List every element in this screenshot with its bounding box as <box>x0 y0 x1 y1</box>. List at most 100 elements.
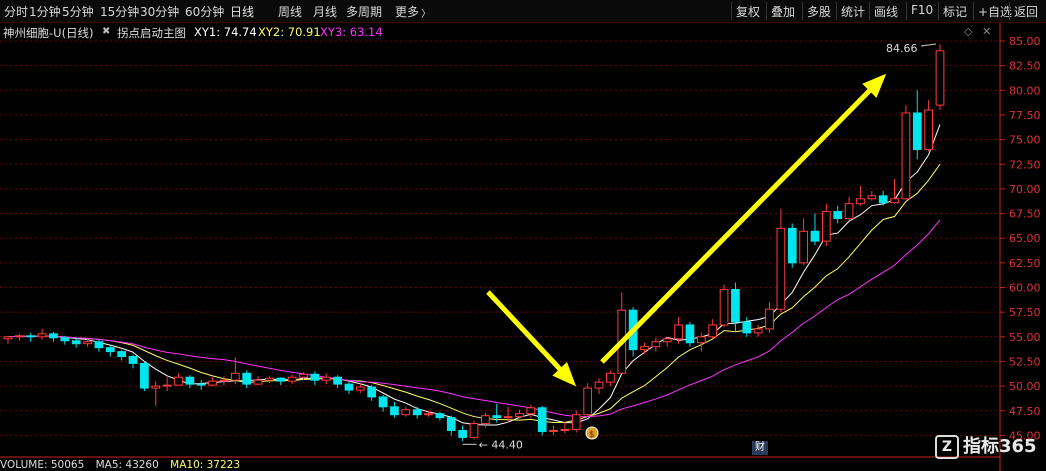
toolbar-separator <box>938 2 939 20</box>
volume-ma5: MA5: 43260 <box>95 459 159 471</box>
candle-body <box>571 414 581 430</box>
candle-body <box>901 112 911 200</box>
high-label: 84.66 <box>886 42 918 55</box>
candle-body <box>549 429 558 432</box>
candle-body <box>140 362 149 389</box>
candle-body <box>833 211 843 219</box>
candle-body <box>219 379 229 382</box>
candle-body <box>537 407 547 432</box>
y-tick-label: 80.00 <box>1009 84 1041 97</box>
indicator-name[interactable]: 拐点启动主图 <box>117 25 186 41</box>
chevron-right-icon[interactable]: 〉 <box>421 5 431 20</box>
toolbar-separator <box>973 2 974 20</box>
candle-body <box>446 417 456 431</box>
y-tick-label: 47.50 <box>1009 405 1041 418</box>
tab-1[interactable]: 1分钟 <box>29 3 61 20</box>
toolbar-button-2[interactable]: 多股 <box>807 3 831 20</box>
candle-body <box>856 198 865 205</box>
candle-body <box>867 195 877 200</box>
candle-body <box>71 340 81 345</box>
candle-body <box>185 376 195 385</box>
candle-body <box>83 341 92 345</box>
xy1-value: XY1: 74.74 <box>194 25 257 39</box>
toolbar-button-3[interactable]: 统计 <box>841 3 865 20</box>
toolbar-button-5[interactable]: F10 <box>911 3 933 17</box>
toolbar-button-8[interactable]: 返回 <box>1014 3 1038 20</box>
tab-9[interactable]: 多周期 <box>346 3 382 20</box>
xy3-value: XY3: 63.14 <box>320 25 383 39</box>
tab-8[interactable]: 月线 <box>313 3 337 20</box>
candle-body <box>810 230 820 242</box>
candle-body <box>253 379 263 385</box>
candle-body <box>787 227 797 264</box>
close-icon[interactable]: ✖ <box>102 26 110 37</box>
candle-body <box>526 407 536 415</box>
candle-body <box>15 335 24 338</box>
candle-body <box>583 387 593 416</box>
candle-body <box>708 324 718 338</box>
y-tick-label: 67.50 <box>1009 208 1041 221</box>
tab-6[interactable]: 日线 <box>230 3 254 20</box>
toolbar-button-0[interactable]: 复权 <box>736 3 760 20</box>
y-tick-label: 50.00 <box>1009 380 1041 393</box>
toolbar-button-4[interactable]: 画线 <box>874 3 898 20</box>
candle-body <box>49 333 58 339</box>
toolbar-button-1[interactable]: 叠加 <box>771 3 795 20</box>
finance-marker[interactable]: 财 <box>752 441 768 455</box>
stock-name: 神州细胞-U(日线) <box>3 26 94 40</box>
candle-body <box>174 376 183 386</box>
y-tick-label: 57.50 <box>1009 306 1041 319</box>
candle-body <box>515 413 524 418</box>
volume-label: VOLUME: 50065 <box>0 459 85 471</box>
candle-body <box>60 337 70 342</box>
close-icon[interactable]: ✕ <box>982 25 991 38</box>
candle-body <box>105 347 115 353</box>
candle-body <box>776 227 786 310</box>
candle-body <box>355 386 365 391</box>
candle-body <box>924 109 933 150</box>
tab-5[interactable]: 60分钟 <box>185 3 224 20</box>
toolbar-button-7[interactable]: +自选 <box>978 3 1012 20</box>
candle-body <box>674 324 683 340</box>
candle-body <box>299 373 308 378</box>
candle-body <box>378 396 388 408</box>
xy2-value: XY2: 70.91 <box>258 25 321 39</box>
candle-body <box>731 288 740 323</box>
volume-ma10: MA10: 37223 <box>170 459 241 471</box>
tab-7[interactable]: 周线 <box>278 3 302 20</box>
tab-0[interactable]: 分时 <box>4 3 28 20</box>
tab-4[interactable]: 30分钟 <box>140 3 179 20</box>
candle-body <box>230 372 240 381</box>
candle-body <box>469 423 479 438</box>
tab-10[interactable]: 更多 <box>395 3 419 20</box>
candle-body <box>481 415 490 425</box>
period-toolbar: 分时 1分钟 5分钟 15分钟 30分钟 60分钟 日线 周线 月线 多周期 更多〉 复权 叠加 多股统… <box>0 0 1046 23</box>
candle-body <box>94 341 104 349</box>
diamond-icon[interactable]: ◇ <box>964 25 972 38</box>
toolbar-separator <box>1009 2 1010 20</box>
candle-body <box>128 356 138 364</box>
tab-3[interactable]: 15分钟 <box>100 3 139 20</box>
candle-body <box>37 333 47 338</box>
candle-body <box>435 413 445 419</box>
tab-2[interactable]: 5分钟 <box>62 3 94 20</box>
candle-body <box>287 376 297 382</box>
candle-body <box>890 198 899 204</box>
candle-body <box>878 195 888 204</box>
y-tick-label: 82.50 <box>1009 60 1041 73</box>
watermark-logo: Z 指标365 <box>935 432 1037 459</box>
candle-body <box>265 377 274 381</box>
candle-body <box>594 381 604 389</box>
candle-body <box>26 335 36 338</box>
candle-body <box>935 50 945 106</box>
kline-chart[interactable]: 85.00 82.50 80.00 77.50 75.00 72.50 70.00 67.50… <box>0 0 1046 471</box>
y-tick-label: 62.50 <box>1009 257 1041 270</box>
toolbar-separator <box>906 2 907 20</box>
low-label: ← 44.40 <box>479 438 523 451</box>
y-tick-label: 72.50 <box>1009 158 1041 171</box>
toolbar-button-6[interactable]: 标记 <box>943 3 967 20</box>
y-tick-label: 55.00 <box>1009 331 1041 344</box>
high-leader <box>920 43 937 47</box>
up-arrow-shaft <box>600 76 884 364</box>
chart-title-bar: 神州细胞-U(日线) ✖ 拐点启动主图 XY1: 74.74 XY2: 70.9… <box>0 23 1000 41</box>
